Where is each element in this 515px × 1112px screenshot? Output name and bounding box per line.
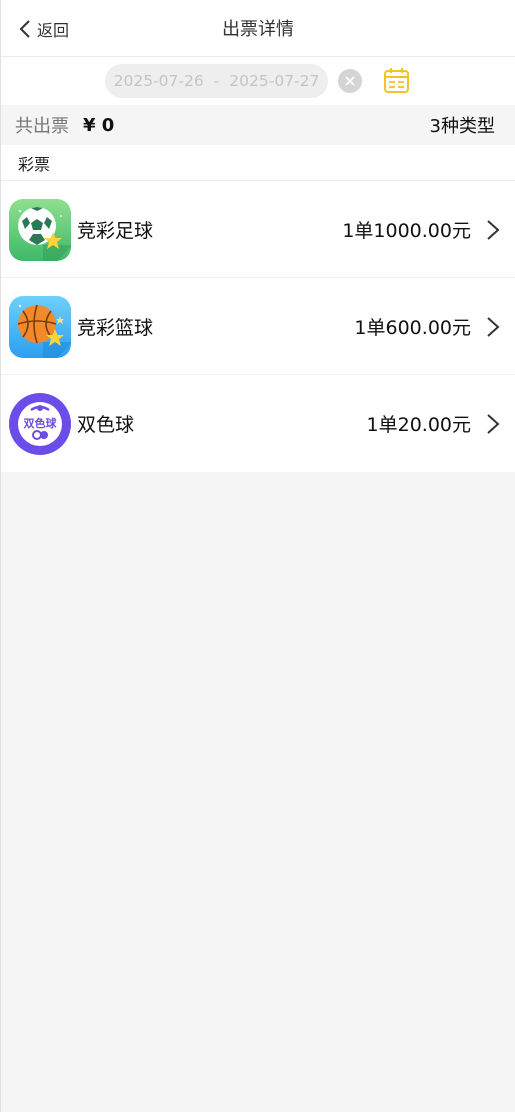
section-title: 彩票 xyxy=(1,145,515,181)
basketball-icon xyxy=(9,296,71,358)
end-date: 2025-07-27 xyxy=(229,72,320,90)
chevron-left-icon xyxy=(19,19,30,38)
start-date: 2025-07-26 xyxy=(113,72,204,90)
list-item-double-color-ball[interactable]: 双色球 双色球 1单20.00元 xyxy=(1,375,515,472)
date-separator: - xyxy=(213,72,220,90)
summary-amount: ¥ 0 xyxy=(83,114,115,136)
clear-date-button[interactable] xyxy=(338,69,362,93)
calendar-icon[interactable] xyxy=(383,67,410,94)
soccer-ball-icon xyxy=(9,199,71,261)
date-range-picker[interactable]: 2025-07-26 - 2025-07-27 xyxy=(105,64,328,98)
item-name: 双色球 xyxy=(77,414,135,436)
item-amount: 1单1000.00元 xyxy=(342,219,471,242)
icon-lettering: 双色球 xyxy=(24,416,58,430)
lottery-list: 竞彩足球 1单1000.00元 竞彩篮球 1单600.00元 双色球 双色球 1… xyxy=(1,181,515,472)
back-button[interactable]: 返回 xyxy=(19,0,69,57)
back-label: 返回 xyxy=(37,20,70,40)
item-amount: 1单600.00元 xyxy=(354,316,471,339)
summary-types: 3种类型 xyxy=(429,116,495,137)
ticket-summary: 共出票 ¥ 0 3种类型 xyxy=(1,105,515,145)
chevron-right-icon xyxy=(487,317,500,337)
summary-label: 共出票 xyxy=(15,116,69,137)
double-color-ball-icon: 双色球 xyxy=(9,393,71,455)
date-filter-bar: 2025-07-26 - 2025-07-27 xyxy=(1,57,515,105)
item-name: 竞彩篮球 xyxy=(77,316,154,339)
top-nav-bar: 返回 出票详情 xyxy=(1,0,515,57)
chevron-right-icon xyxy=(487,414,500,434)
close-icon xyxy=(345,76,355,86)
list-item-soccer[interactable]: 竞彩足球 1单1000.00元 xyxy=(1,181,515,278)
item-name: 竞彩足球 xyxy=(77,219,154,242)
page-title: 出票详情 xyxy=(222,19,294,40)
chevron-right-icon xyxy=(487,220,500,240)
item-amount: 1单20.00元 xyxy=(366,414,471,436)
list-item-basketball[interactable]: 竞彩篮球 1单600.00元 xyxy=(1,278,515,375)
